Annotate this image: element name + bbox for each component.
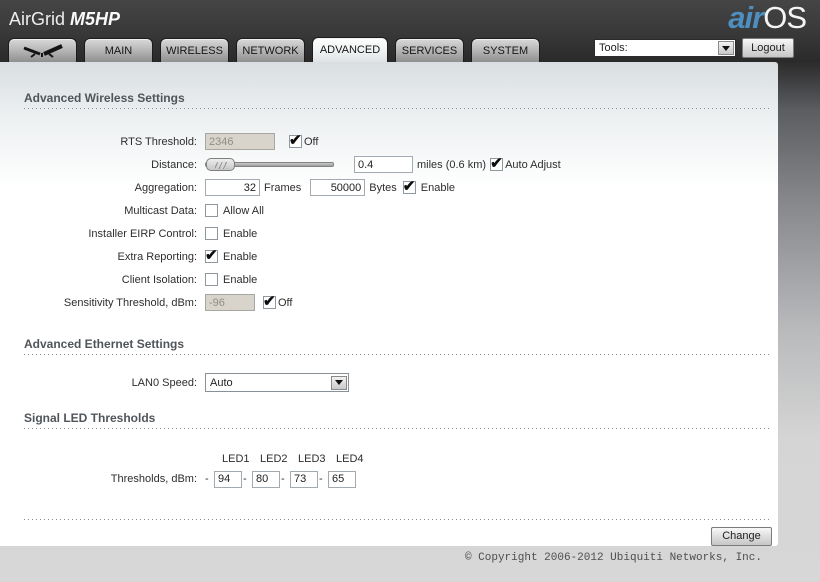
- client-isolation-enable-label: Enable: [223, 273, 258, 286]
- tools-dropdown[interactable]: Tools:: [594, 39, 736, 57]
- sensitivity-row: Sensitivity Threshold, dBm: Off: [0, 291, 778, 314]
- led2-threshold-input[interactable]: [252, 470, 280, 488]
- distance-slider[interactable]: [205, 158, 334, 171]
- aggregation-bytes-input[interactable]: [310, 179, 366, 196]
- ubnt-antenna-icon: [22, 43, 63, 58]
- eirp-row: Installer EIRP Control: Enable: [0, 222, 778, 245]
- led3-threshold-input[interactable]: [290, 470, 318, 488]
- sensitivity-off-checkbox[interactable]: [263, 292, 276, 310]
- tab-network[interactable]: NETWORK: [236, 38, 305, 62]
- tab-system[interactable]: SYSTEM: [471, 38, 540, 62]
- airos-logo: airOS: [728, 0, 807, 36]
- rts-threshold-label: RTS Threshold:: [120, 135, 197, 148]
- led4-threshold-input[interactable]: [328, 470, 356, 488]
- led1-header: LED1: [222, 453, 250, 465]
- led-column-headers: LED1 LED2 LED3 LED4: [0, 453, 778, 466]
- multicast-row: Multicast Data: Allow All: [0, 199, 778, 222]
- minus-sign: -: [205, 473, 209, 485]
- client-isolation-checkbox[interactable]: [205, 273, 218, 286]
- header: AirGrid M5HP airOS MAIN WIRELESS NETWORK…: [0, 0, 820, 62]
- change-button[interactable]: Change: [711, 526, 772, 546]
- wireless-form: RTS Threshold: Off Distance: miles (0.6 …: [0, 130, 778, 314]
- frames-label: Frames: [264, 181, 302, 194]
- auto-adjust-label: Auto Adjust: [505, 158, 561, 171]
- bytes-label: Bytes: [369, 181, 397, 194]
- content-panel: Advanced Wireless Settings RTS Threshold…: [0, 62, 778, 546]
- airos-os-text: OS: [763, 0, 807, 35]
- section-title-wireless: Advanced Wireless Settings: [24, 62, 770, 109]
- lan0-speed-label: LAN0 Speed:: [131, 376, 197, 389]
- distance-unit-label: miles (0.6 km): [417, 158, 487, 171]
- sensitivity-label: Sensitivity Threshold, dBm:: [63, 296, 197, 309]
- rts-off-label: Off: [304, 135, 319, 148]
- led-thresholds-label: Thresholds, dBm:: [110, 473, 197, 485]
- led1-threshold-input[interactable]: [214, 470, 242, 488]
- tools-dropdown-value: Tools:: [599, 42, 628, 54]
- aggregation-row: Aggregation: Frames Bytes Enable: [0, 176, 778, 199]
- aggregation-frames-input[interactable]: [205, 179, 260, 196]
- distance-row: Distance: miles (0.6 km) Auto Adjust: [0, 153, 778, 176]
- tab-bar: MAIN WIRELESS NETWORK ADVANCED SERVICES …: [8, 37, 547, 62]
- aggregation-label: Aggregation:: [134, 181, 197, 194]
- copyright-text: © Copyright 2006-2012 Ubiquiti Networks,…: [464, 552, 762, 564]
- airos-air-text: air: [728, 0, 764, 35]
- minus-sign: -: [243, 473, 247, 485]
- tab-advanced[interactable]: ADVANCED: [312, 37, 388, 62]
- extra-reporting-checkbox[interactable]: [205, 246, 218, 264]
- multicast-allow-checkbox[interactable]: [205, 204, 218, 217]
- device-name: AirGrid: [9, 9, 71, 29]
- rts-threshold-row: RTS Threshold: Off: [0, 130, 778, 153]
- led-thresholds-row: Thresholds, dBm: - - - -: [0, 469, 778, 489]
- eirp-label: Installer EIRP Control:: [88, 227, 197, 240]
- rts-off-checkbox[interactable]: [289, 131, 302, 149]
- device-model: M5HP: [70, 9, 121, 29]
- client-isolation-row: Client Isolation: Enable: [0, 268, 778, 291]
- eirp-enable-label: Enable: [223, 227, 258, 240]
- lan0-speed-dropdown[interactable]: Auto: [205, 373, 349, 392]
- footer-divider: [24, 519, 770, 520]
- multicast-allow-label: Allow All: [223, 204, 264, 217]
- dropdown-arrow-icon[interactable]: [331, 375, 347, 390]
- multicast-label: Multicast Data:: [124, 204, 197, 217]
- header-controls: Tools: Logout: [594, 38, 794, 58]
- client-isolation-label: Client Isolation:: [121, 273, 197, 286]
- device-logo: AirGrid M5HP: [9, 9, 120, 30]
- section-title-ethernet: Advanced Ethernet Settings: [24, 337, 770, 355]
- distance-slider-handle[interactable]: [206, 158, 235, 171]
- sensitivity-off-label: Off: [278, 296, 293, 309]
- distance-label: Distance:: [151, 158, 197, 171]
- tab-wireless[interactable]: WIRELESS: [160, 38, 229, 62]
- extra-reporting-label: Extra Reporting:: [117, 250, 197, 263]
- dropdown-arrow-icon[interactable]: [718, 41, 734, 55]
- rts-threshold-input[interactable]: [205, 133, 275, 150]
- aggregation-enable-checkbox[interactable]: [402, 177, 416, 195]
- minus-sign: -: [281, 473, 285, 485]
- section-title-led: Signal LED Thresholds: [24, 411, 770, 429]
- aggregation-enable-label: Enable: [420, 181, 456, 194]
- led2-header: LED2: [260, 453, 288, 465]
- tab-home[interactable]: [8, 38, 77, 62]
- extra-reporting-row: Extra Reporting: Enable: [0, 245, 778, 268]
- led3-header: LED3: [298, 453, 326, 465]
- eirp-enable-checkbox[interactable]: [205, 227, 218, 240]
- lan0-speed-row: LAN0 Speed: Auto: [0, 371, 778, 394]
- distance-input[interactable]: [354, 156, 413, 173]
- minus-sign: -: [319, 473, 323, 485]
- lan0-speed-value: Auto: [210, 376, 233, 389]
- logout-button[interactable]: Logout: [742, 38, 794, 58]
- auto-adjust-checkbox[interactable]: [490, 154, 504, 172]
- sensitivity-input[interactable]: [205, 294, 255, 311]
- tab-main[interactable]: MAIN: [84, 38, 153, 62]
- led4-header: LED4: [336, 453, 364, 465]
- extra-reporting-enable-label: Enable: [223, 250, 258, 263]
- tab-services[interactable]: SERVICES: [395, 38, 464, 62]
